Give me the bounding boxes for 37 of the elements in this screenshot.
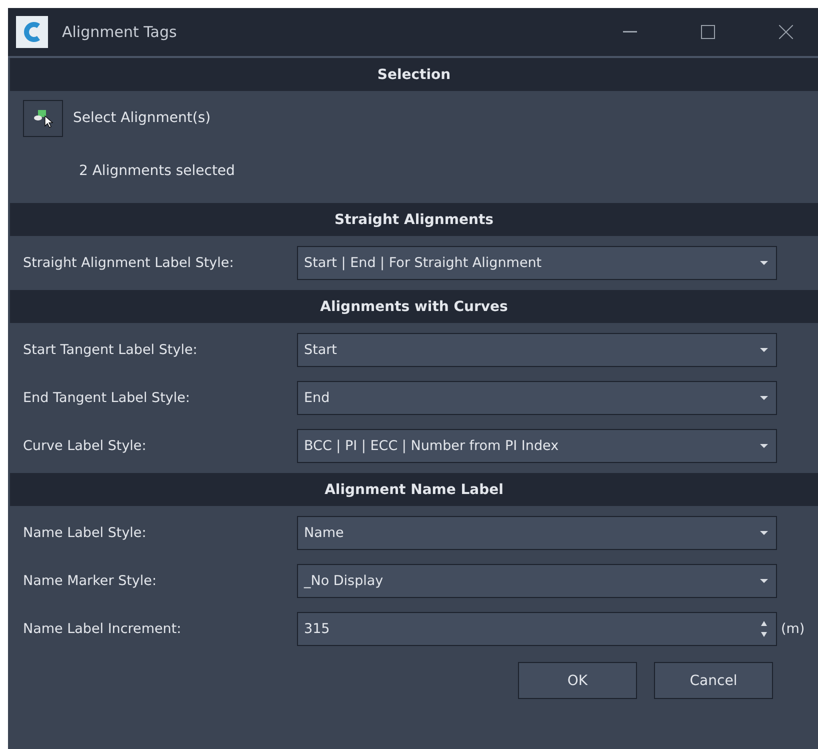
style-dropdown[interactable]: Start [297,333,777,367]
window-title: Alignment Tags [62,23,178,41]
section-header: Alignment Name Label [10,473,818,506]
unit-label: (m) [781,621,805,637]
style-dropdown[interactable]: End [297,381,777,415]
app-logo-icon [16,16,48,48]
section-header: Selection [10,58,818,91]
style-dropdown[interactable]: _No Display [297,564,777,598]
style-dropdown[interactable]: Name [297,516,777,550]
field-label: Start Tangent Label Style: [23,342,198,358]
spinner-arrows-icon[interactable] [760,619,768,639]
dropdown-arrow-icon [760,348,768,352]
field-label: Name Label Style: [23,525,148,541]
increment-spinbox[interactable]: 315 [297,612,777,646]
style-dropdown[interactable]: Start | End | For Straight Alignment [297,246,777,280]
dropdown-arrow-icon [760,396,768,400]
dropdown-arrow-icon [760,530,768,536]
minimize-icon [623,31,637,33]
maximize-icon [701,25,715,39]
section-header: Straight Alignments [10,203,818,236]
selection-status: 2 Alignments selected [79,163,235,179]
select-alignment-label: Select Alignment(s) [73,110,211,126]
cancel-button[interactable]: Cancel [654,662,773,699]
ok-button[interactable]: OK [518,662,637,699]
field-label: End Tangent Label Style: [23,390,191,406]
field-label: Name Marker Style: [23,573,158,589]
section-header: Alignments with Curves [10,290,818,323]
dropdown-arrow-icon [760,578,768,584]
select-pointer-icon [33,108,53,128]
close-icon [779,25,793,39]
dropdown-arrow-icon [760,444,768,448]
field-label: Straight Alignment Label Style: [23,255,235,271]
select-alignment-button[interactable] [23,100,63,136]
style-dropdown[interactable]: BCC | PI | ECC | Number from PI Index [297,429,777,463]
dropdown-arrow-icon [760,260,768,266]
field-label: Name Label Increment: [23,621,182,637]
field-label: Curve Label Style: [23,438,148,454]
